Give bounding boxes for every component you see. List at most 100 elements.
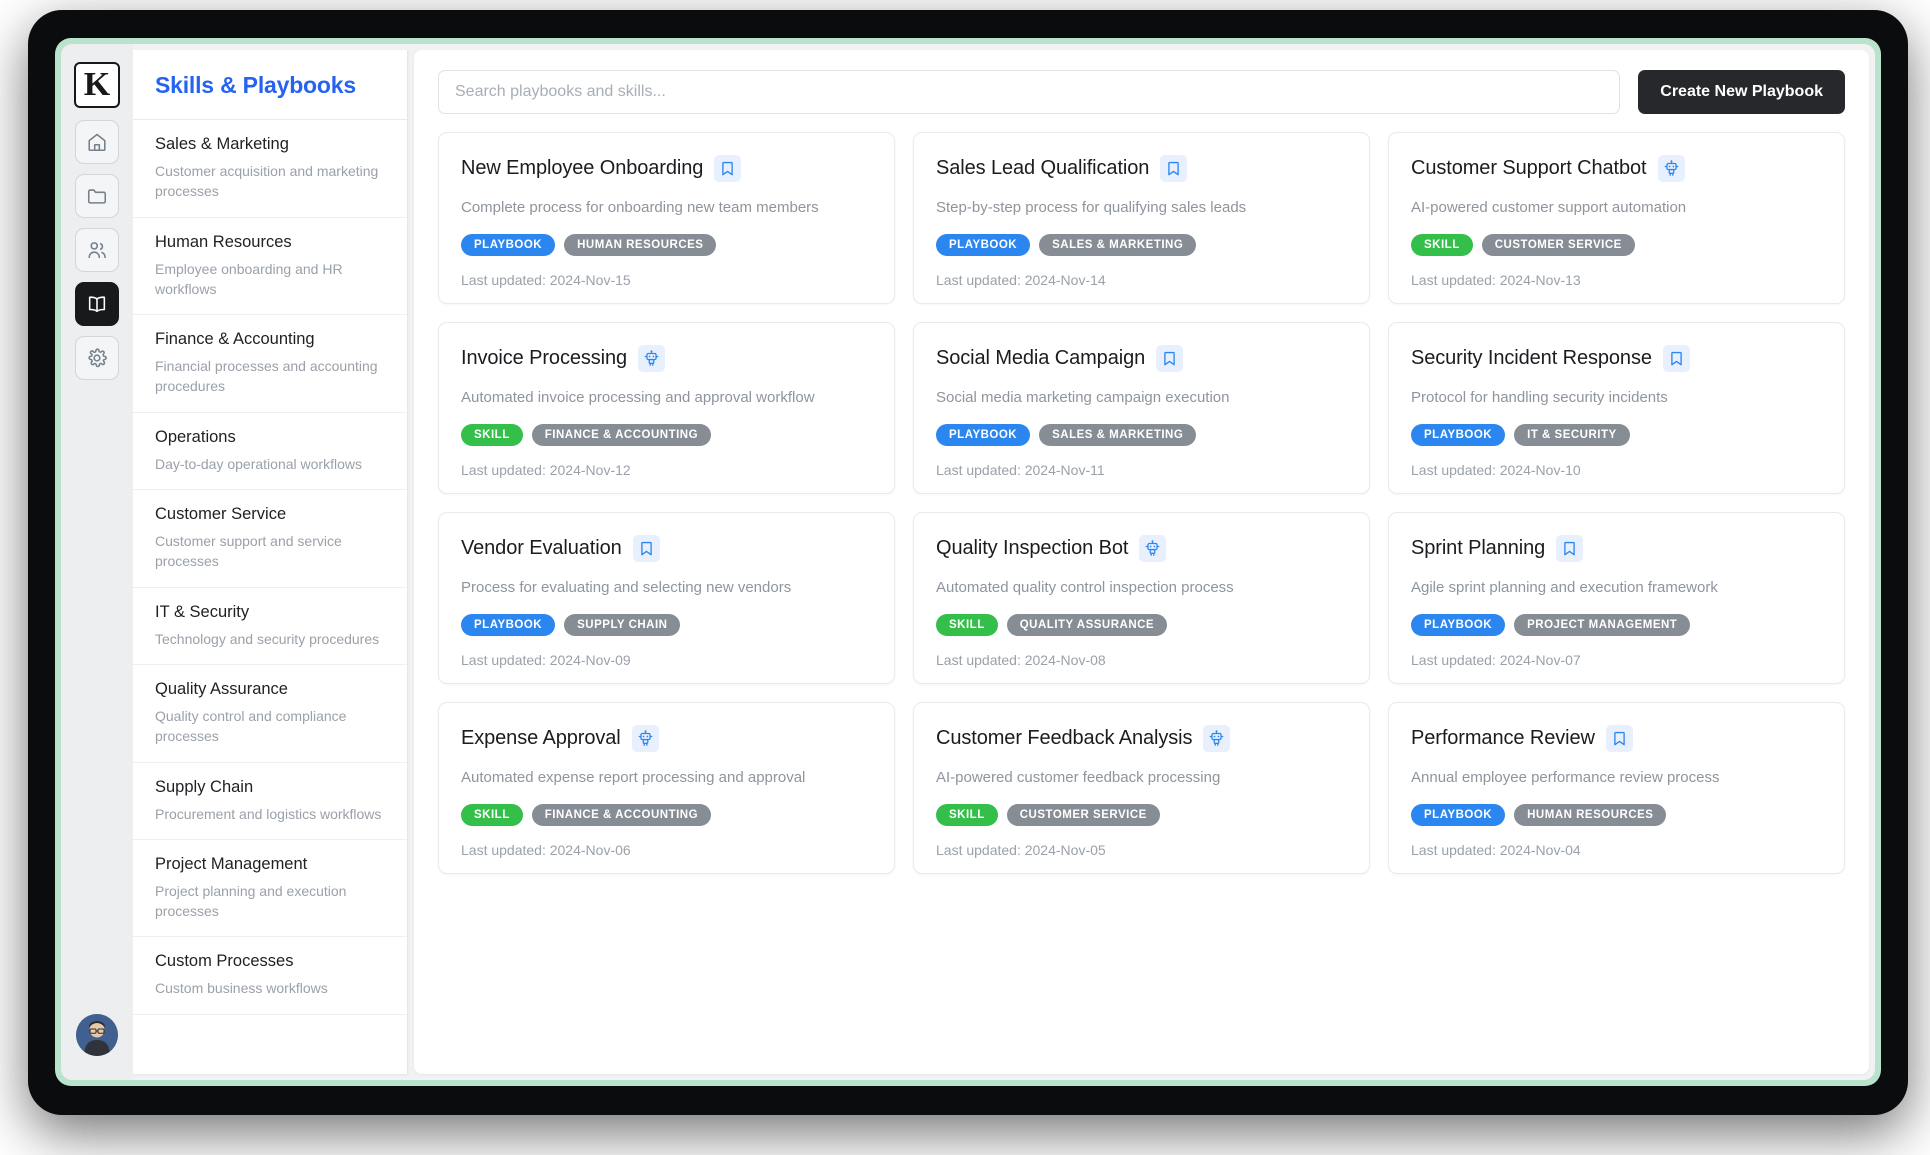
card-title: Sprint Planning — [1411, 537, 1546, 559]
card-header: Customer Feedback Analysis — [936, 725, 1347, 752]
type-badge: PLAYBOOK — [936, 233, 1031, 256]
robot-icon[interactable] — [1657, 155, 1685, 182]
bookmark-icon[interactable] — [1605, 725, 1633, 752]
rail-button-gear[interactable] — [75, 336, 119, 380]
playbook-card[interactable]: Sprint Planning Agile sprint planning and… — [1388, 512, 1845, 684]
bookmark-icon[interactable] — [1662, 345, 1690, 372]
playbook-card[interactable]: Performance Review Annual employee perfor… — [1388, 702, 1845, 874]
robot-icon[interactable] — [638, 345, 666, 372]
sidebar-item-sales-marketing[interactable]: Sales & Marketing Customer acquisition an… — [133, 120, 407, 218]
playbook-card[interactable]: Invoice Processing Automated invoice proc… — [438, 322, 895, 494]
sidebar-item-quality-assurance[interactable]: Quality Assurance Quality control and com… — [133, 665, 407, 763]
sidebar-item-customer-service[interactable]: Customer Service Customer support and ser… — [133, 490, 407, 588]
sidebar-item-project-management[interactable]: Project Management Project planning and e… — [133, 840, 407, 938]
sidebar-item-label: Finance & Accounting — [155, 330, 315, 349]
card-title: Performance Review — [1411, 727, 1595, 749]
people-icon — [86, 239, 108, 261]
sidebar-item-label: Supply Chain — [155, 777, 254, 796]
bookmark-icon[interactable] — [632, 535, 660, 562]
category-badge: SALES & MARKETING — [1039, 423, 1197, 446]
main-panel: Create New Playbook New Employee Onboard… — [414, 50, 1869, 1074]
gear-icon — [86, 347, 108, 369]
playbook-card[interactable]: Security Incident Response Protocol for h… — [1388, 322, 1845, 494]
card-badges: PLAYBOOK IT & SECURITY — [1411, 423, 1822, 446]
card-description: AI-powered customer feedback processing — [936, 769, 1221, 786]
card-description: Step-by-step process for qualifying sale… — [936, 199, 1247, 216]
card-badges: PLAYBOOK PROJECT MANAGEMENT — [1411, 613, 1822, 636]
card-last-updated: Last updated: 2024-Nov-12 — [461, 461, 631, 478]
card-last-updated: Last updated: 2024-Nov-09 — [461, 651, 631, 668]
type-badge: SKILL — [461, 423, 523, 446]
playbook-card[interactable]: Customer Support Chatbot AI-powered custo… — [1388, 132, 1845, 304]
card-header: Performance Review — [1411, 725, 1822, 752]
sidebar-item-supply-chain[interactable]: Supply Chain Procurement and logistics wo… — [133, 763, 407, 840]
robot-icon[interactable] — [1139, 535, 1167, 562]
sidebar-item-description: Customer acquisition and marketing proce… — [155, 163, 379, 200]
sidebar-item-finance-accounting[interactable]: Finance & Accounting Financial processes … — [133, 315, 407, 413]
toolbar: Create New Playbook — [414, 50, 1869, 132]
search-input[interactable] — [438, 70, 1621, 114]
type-badge: PLAYBOOK — [1411, 613, 1506, 636]
robot-icon[interactable] — [631, 725, 659, 752]
bookmark-icon[interactable] — [1160, 155, 1188, 182]
sidebar-item-it-security[interactable]: IT & Security Technology and security pro… — [133, 588, 407, 665]
card-title: Customer Support Chatbot — [1411, 157, 1647, 179]
card-last-updated: Last updated: 2024-Nov-08 — [936, 651, 1106, 668]
sidebar-item-description: Custom business workflows — [155, 980, 328, 997]
robot-icon[interactable] — [1203, 725, 1231, 752]
playbook-card[interactable]: Customer Feedback Analysis AI-powered cus… — [913, 702, 1370, 874]
card-description: Automated expense report processing and … — [461, 769, 806, 786]
card-last-updated: Last updated: 2024-Nov-15 — [461, 271, 631, 288]
card-badges: SKILL CUSTOMER SERVICE — [936, 803, 1347, 826]
card-last-updated: Last updated: 2024-Nov-06 — [461, 841, 631, 858]
card-header: Social Media Campaign — [936, 345, 1347, 372]
card-title: Social Media Campaign — [936, 347, 1146, 369]
playbook-card[interactable]: Quality Inspection Bot Automated quality … — [913, 512, 1370, 684]
category-badge: PROJECT MANAGEMENT — [1514, 613, 1691, 636]
playbook-card[interactable]: New Employee Onboarding Complete process … — [438, 132, 895, 304]
card-header: New Employee Onboarding — [461, 155, 872, 182]
type-badge: PLAYBOOK — [461, 613, 556, 636]
card-title: Expense Approval — [461, 727, 621, 749]
playbook-card[interactable]: Expense Approval Automated expense report… — [438, 702, 895, 874]
card-description: Complete process for onboarding new team… — [461, 199, 819, 216]
playbook-card[interactable]: Vendor Evaluation Process for evaluating … — [438, 512, 895, 684]
sidebar-item-human-resources[interactable]: Human Resources Employee onboarding and H… — [133, 218, 407, 316]
type-badge: PLAYBOOK — [936, 423, 1031, 446]
category-badge: CUSTOMER SERVICE — [1006, 803, 1160, 826]
sidebar-item-label: Sales & Marketing — [155, 135, 289, 153]
card-header: Sales Lead Qualification — [936, 155, 1347, 182]
create-new-playbook-button[interactable]: Create New Playbook — [1638, 70, 1845, 114]
bookmark-icon[interactable] — [714, 155, 742, 182]
rail-button-book[interactable] — [75, 282, 119, 326]
card-title: Customer Feedback Analysis — [936, 727, 1193, 749]
category-badge: SUPPLY CHAIN — [564, 613, 681, 636]
rail-button-home[interactable] — [75, 120, 119, 164]
sidebar-item-label: Quality Assurance — [155, 679, 288, 698]
sidebar-item-label: Custom Processes — [155, 952, 294, 971]
playbook-card[interactable]: Sales Lead Qualification Step-by-step pro… — [913, 132, 1370, 304]
sidebar-item-description: Project planning and execution processes — [155, 882, 347, 920]
type-badge: SKILL — [461, 803, 523, 826]
bookmark-icon[interactable] — [1556, 535, 1584, 562]
rail-button-folder[interactable] — [75, 174, 119, 218]
sidebar-item-description: Customer support and service processes — [155, 533, 342, 570]
card-last-updated: Last updated: 2024-Nov-07 — [1411, 651, 1581, 668]
card-header: Quality Inspection Bot — [936, 535, 1347, 562]
book-icon — [86, 293, 108, 315]
icon-rail: K — [61, 44, 133, 1080]
avatar[interactable] — [76, 1014, 118, 1056]
sidebar-item-description: Financial processes and accounting proce… — [155, 358, 378, 395]
card-badges: PLAYBOOK HUMAN RESOURCES — [1411, 803, 1822, 826]
playbook-card[interactable]: Social Media Campaign Social media market… — [913, 322, 1370, 494]
category-list[interactable]: Sales & Marketing Customer acquisition an… — [133, 120, 407, 1074]
card-badges: SKILL FINANCE & ACCOUNTING — [461, 803, 872, 826]
type-badge: PLAYBOOK — [1411, 423, 1506, 446]
rail-button-people[interactable] — [75, 228, 119, 272]
category-badge: HUMAN RESOURCES — [564, 233, 717, 256]
sidebar-item-description: Employee onboarding and HR workflows — [155, 260, 343, 297]
device-frame: K Skills & Playbooks Sales & Marketing C… — [28, 10, 1908, 1115]
sidebar-item-operations[interactable]: Operations Day-to-day operational workflo… — [133, 413, 407, 491]
sidebar-item-custom-processes[interactable]: Custom Processes Custom business workflow… — [133, 937, 407, 1015]
bookmark-icon[interactable] — [1156, 345, 1184, 372]
